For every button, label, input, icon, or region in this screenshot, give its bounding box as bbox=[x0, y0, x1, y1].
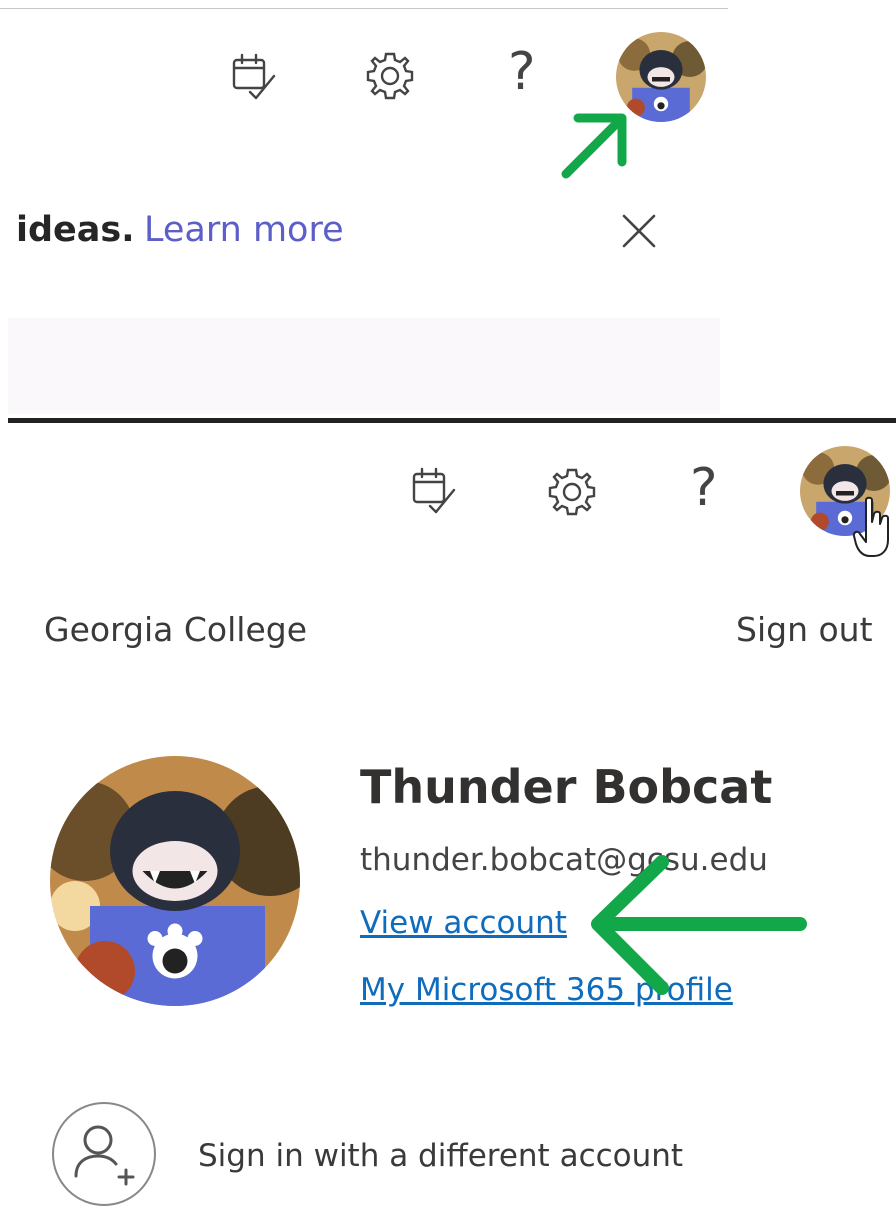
calendar-check-icon[interactable] bbox=[406, 462, 462, 518]
content-area-strip bbox=[8, 318, 720, 414]
add-person-icon[interactable] bbox=[52, 1102, 156, 1206]
header-divider-line bbox=[0, 8, 728, 9]
gear-icon[interactable] bbox=[362, 48, 418, 104]
help-question-icon[interactable]: ? bbox=[508, 46, 536, 98]
annotation-arrow-to-avatar bbox=[556, 106, 636, 182]
sign-in-different-account-button[interactable]: Sign in with a different account bbox=[198, 1138, 683, 1174]
hand-cursor-icon bbox=[852, 496, 892, 560]
annotation-arrow-to-view-account bbox=[584, 852, 807, 1000]
organization-name: Georgia College bbox=[44, 610, 308, 649]
view-account-link[interactable]: View account bbox=[360, 905, 567, 941]
calendar-check-icon[interactable] bbox=[226, 48, 282, 104]
close-icon[interactable] bbox=[618, 210, 660, 252]
banner-message: ideas. bbox=[16, 210, 135, 250]
profile-photo bbox=[50, 756, 300, 1006]
help-question-icon[interactable]: ? bbox=[690, 462, 718, 514]
user-display-name: Thunder Bobcat bbox=[360, 760, 773, 814]
sign-out-button[interactable]: Sign out bbox=[736, 610, 873, 649]
top-screenshot-panel: ? ideas. Learn more bbox=[0, 0, 896, 420]
gear-icon[interactable] bbox=[544, 464, 600, 520]
learn-more-link[interactable]: Learn more bbox=[144, 210, 344, 250]
